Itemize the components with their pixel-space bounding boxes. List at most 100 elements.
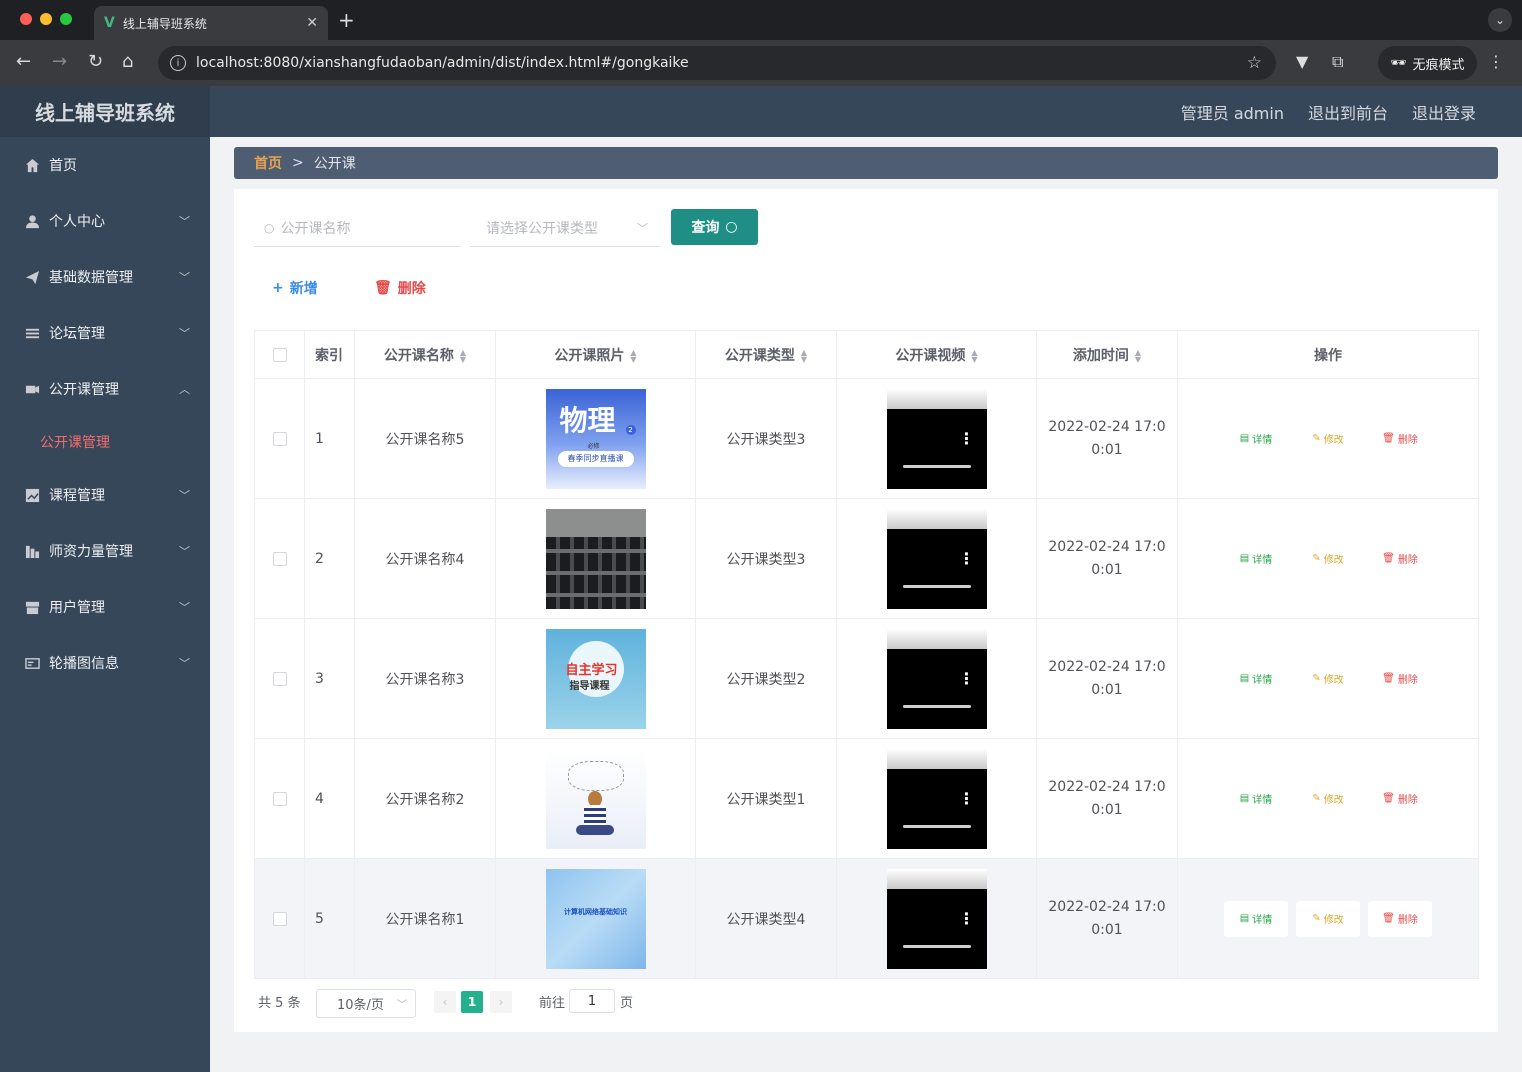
trash-icon: 🗑 xyxy=(1382,433,1395,444)
close-window-button[interactable] xyxy=(20,13,32,25)
row-checkbox[interactable] xyxy=(272,911,287,926)
batch-delete-button[interactable]: 🗑 删除 xyxy=(374,278,426,298)
pencil-icon: ✎ xyxy=(1312,793,1321,804)
header-time[interactable]: 添加时间 ▲ ▼ xyxy=(1036,330,1178,379)
pagination-total: 共 5 条 xyxy=(258,996,301,1011)
delete-button[interactable]: 🗑 删除 xyxy=(1368,781,1432,817)
address-bar[interactable]: i localhost:8080/xianshangfudaoban/admin… xyxy=(158,46,1276,80)
course-type-select[interactable]: 请选择公开课类型 ﹀ xyxy=(470,209,660,247)
delete-button[interactable]: 🗑 删除 xyxy=(1368,541,1432,577)
video-more-icon[interactable]: ⋮ xyxy=(959,910,975,927)
delete-button[interactable]: 🗑 删除 xyxy=(1368,900,1432,937)
course-photo[interactable]: 物理 2 必修 春季同步直播课 xyxy=(545,388,646,489)
sidebar-item-personal[interactable]: 个人中心 ﹀ xyxy=(0,193,210,249)
sidebar-item-teachers[interactable]: 师资力量管理 ﹀ xyxy=(0,523,210,579)
row-checkbox[interactable] xyxy=(272,671,287,686)
goto-page-input[interactable]: 1 xyxy=(569,989,615,1013)
video-more-icon[interactable]: ⋮ xyxy=(959,430,975,447)
video-player[interactable]: ⋮ xyxy=(886,388,987,489)
site-info-icon[interactable]: i xyxy=(170,55,186,71)
sort-icon[interactable]: ▲ ▼ xyxy=(630,348,636,363)
view-button[interactable]: ▤ 详情 xyxy=(1224,421,1288,457)
query-button[interactable]: 查询 ○ xyxy=(671,209,758,245)
course-photo[interactable] xyxy=(545,508,646,609)
incognito-badge[interactable]: 🕶 无痕模式 xyxy=(1378,46,1477,80)
maximize-window-button[interactable] xyxy=(60,13,72,25)
header-video[interactable]: 公开课视频 ▲ ▼ xyxy=(836,330,1037,379)
new-tab-icon[interactable]: + xyxy=(338,8,355,32)
edit-button[interactable]: ✎ 修改 xyxy=(1296,541,1360,577)
extensions-icon[interactable]: ⧉ xyxy=(1332,52,1343,72)
select-all-checkbox[interactable] xyxy=(272,347,287,362)
video-player[interactable]: ⋮ xyxy=(886,748,987,849)
sidebar-item-home[interactable]: 首页 xyxy=(0,137,210,193)
sort-icon[interactable]: ▲ ▼ xyxy=(460,348,466,363)
next-page-button[interactable]: › xyxy=(490,991,512,1013)
photo-subtitle: 春季同步直播课 xyxy=(557,450,634,467)
sidebar-item-carousel[interactable]: 轮播图信息 ﹀ xyxy=(0,635,210,691)
course-photo[interactable]: 自主学习 指导课程 xyxy=(545,628,646,729)
back-icon[interactable]: ← xyxy=(16,52,31,72)
sort-icon[interactable]: ▲ ▼ xyxy=(801,348,807,363)
view-button[interactable]: ▤ 详情 xyxy=(1224,541,1288,577)
sidebar-item-users[interactable]: 用户管理 ﹀ xyxy=(0,579,210,635)
forward-icon[interactable]: → xyxy=(52,52,67,72)
row-checkbox[interactable] xyxy=(272,791,287,806)
bookmark-star-icon[interactable]: ☆ xyxy=(1247,53,1262,73)
vue-devtools-icon[interactable]: ▼ xyxy=(1296,52,1308,71)
course-photo[interactable] xyxy=(545,748,646,849)
video-player[interactable]: ⋮ xyxy=(886,868,987,969)
video-more-icon[interactable]: ⋮ xyxy=(959,790,975,807)
browser-tab[interactable]: V 线上辅导班系统 ✕ xyxy=(94,6,328,40)
tab-search-icon[interactable]: ⌄ xyxy=(1488,8,1512,32)
sidebar-subitem-opencourse-manage[interactable]: 公开课管理 xyxy=(0,417,210,467)
document-icon: ▤ xyxy=(1239,793,1250,804)
add-button[interactable]: + 新增 xyxy=(272,278,318,298)
row-checkbox[interactable] xyxy=(272,551,287,566)
sidebar-item-forum[interactable]: 论坛管理 ﹀ xyxy=(0,305,210,361)
delete-button[interactable]: 🗑 删除 xyxy=(1368,421,1432,457)
app-brand: 线上辅导班系统 xyxy=(0,86,210,137)
to-front-link[interactable]: 退出到前台 xyxy=(1308,100,1388,124)
video-progress-bar[interactable] xyxy=(902,704,971,708)
edit-button[interactable]: ✎ 修改 xyxy=(1296,661,1360,697)
video-progress-bar[interactable] xyxy=(902,464,971,468)
page-number-current[interactable]: 1 xyxy=(461,991,483,1013)
video-player[interactable]: ⋮ xyxy=(886,628,987,729)
video-player[interactable]: ⋮ xyxy=(886,508,987,609)
prev-page-button[interactable]: ‹ xyxy=(434,991,456,1013)
time-line-1: 2022-02-24 17:0 xyxy=(1048,898,1166,915)
delete-button[interactable]: 🗑 删除 xyxy=(1368,661,1432,697)
row-checkbox[interactable] xyxy=(272,431,287,446)
page-size-select[interactable]: 10条/页 ﹀ xyxy=(316,989,416,1018)
view-button[interactable]: ▤ 详情 xyxy=(1224,781,1288,817)
course-photo[interactable]: 计算机网络基础知识 xyxy=(545,868,646,969)
breadcrumb-home[interactable]: 首页 xyxy=(254,153,282,173)
video-more-icon[interactable]: ⋮ xyxy=(959,550,975,567)
home-icon[interactable]: ⌂ xyxy=(122,52,133,72)
video-progress-bar[interactable] xyxy=(902,584,971,588)
view-button[interactable]: ▤ 详情 xyxy=(1224,900,1288,937)
header-name[interactable]: 公开课名称 ▲ ▼ xyxy=(354,330,496,379)
video-progress-bar[interactable] xyxy=(902,824,971,828)
tab-close-icon[interactable]: ✕ xyxy=(306,15,318,31)
sidebar-item-opencourse[interactable]: 公开课管理 ︿ xyxy=(0,361,210,417)
minimize-window-button[interactable] xyxy=(40,13,52,25)
view-label: 详情 xyxy=(1252,555,1273,566)
course-name-search-input[interactable]: ○ 公开课名称 xyxy=(254,209,460,247)
sort-icon[interactable]: ▲ ▼ xyxy=(971,348,977,363)
browser-menu-icon[interactable]: ⋮ xyxy=(1488,52,1504,71)
sidebar-item-course[interactable]: 课程管理 ﹀ xyxy=(0,467,210,523)
edit-button[interactable]: ✎ 修改 xyxy=(1296,781,1360,817)
sort-icon[interactable]: ▲ ▼ xyxy=(1135,348,1141,363)
video-progress-bar[interactable] xyxy=(902,944,971,948)
reload-icon[interactable]: ↻ xyxy=(88,52,103,72)
edit-button[interactable]: ✎ 修改 xyxy=(1296,421,1360,457)
header-photo[interactable]: 公开课照片 ▲ ▼ xyxy=(495,330,696,379)
header-type[interactable]: 公开课类型 ▲ ▼ xyxy=(695,330,837,379)
edit-button[interactable]: ✎ 修改 xyxy=(1296,900,1360,937)
logout-link[interactable]: 退出登录 xyxy=(1412,100,1476,124)
view-button[interactable]: ▤ 详情 xyxy=(1224,661,1288,697)
video-more-icon[interactable]: ⋮ xyxy=(959,670,975,687)
sidebar-item-basedata[interactable]: 基础数据管理 ﹀ xyxy=(0,249,210,305)
